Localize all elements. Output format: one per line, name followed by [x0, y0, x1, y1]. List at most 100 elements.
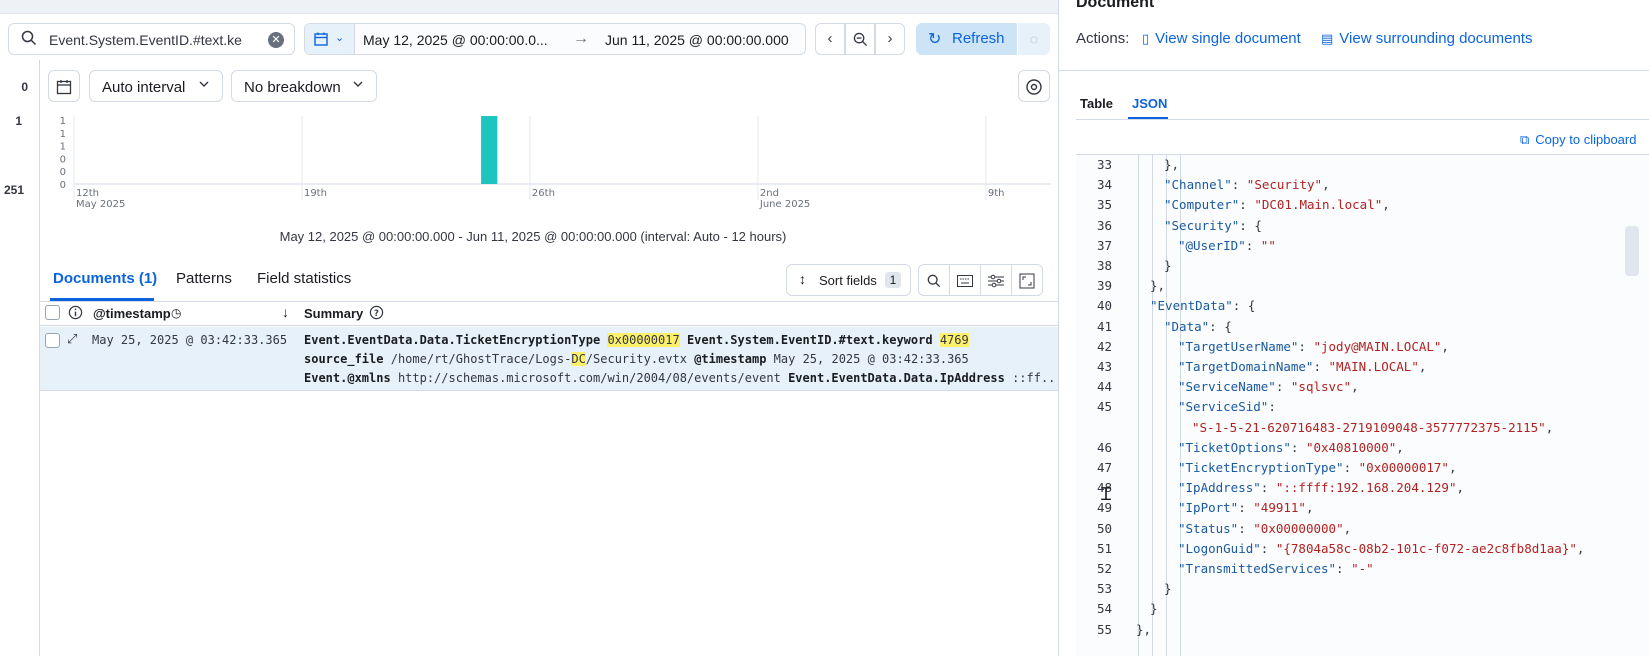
- arrow-right-icon: →: [573, 30, 589, 47]
- date-end[interactable]: Jun 11, 2025 @ 00:00:00.000: [605, 32, 789, 48]
- highlighted-term: DC: [571, 352, 586, 366]
- previous-range-button[interactable]: ‹: [815, 23, 845, 55]
- field-name: Event.EventData.Data.TicketEncryptionTyp…: [304, 333, 601, 347]
- json-string: "0x00000017": [1358, 460, 1449, 475]
- interval-dropdown[interactable]: Auto interval: [89, 70, 223, 102]
- fullscreen-button[interactable]: [1011, 264, 1043, 296]
- display-settings-button[interactable]: [980, 264, 1012, 296]
- json-punctuation: },: [1150, 278, 1166, 294]
- select-all-checkbox[interactable]: [45, 305, 60, 320]
- row-checkbox[interactable]: [45, 333, 60, 348]
- column-header-timestamp[interactable]: @timestamp: [93, 306, 171, 321]
- search-in-table-button[interactable]: [918, 264, 950, 296]
- tab-baseline: [1076, 119, 1649, 120]
- json-punctuation: :: [1231, 177, 1247, 193]
- date-start[interactable]: May 12, 2025 @ 00:00:00.0...: [363, 32, 548, 48]
- json-string: "MAIN.LOCAL": [1328, 359, 1419, 374]
- tab-table[interactable]: Table: [1080, 96, 1113, 111]
- json-punctuation: ,: [1418, 359, 1427, 374]
- json-line: "@UserID": "": [1178, 238, 1276, 253]
- breakdown-dropdown[interactable]: No breakdown: [231, 70, 377, 102]
- clear-icon[interactable]: ✕: [268, 32, 284, 48]
- refresh-button[interactable]: ↻ Refresh: [916, 23, 1017, 55]
- json-key: "TransmittedServices": [1178, 561, 1337, 576]
- x-tick-label: 9th: [988, 188, 1005, 199]
- documents-icon: ▤: [1321, 31, 1334, 46]
- y-tick-label: 1: [60, 116, 66, 127]
- line-number: 42: [1096, 338, 1112, 354]
- column-header-summary[interactable]: Summary: [304, 306, 363, 321]
- json-punctuation: :: [1239, 197, 1255, 213]
- scrollbar-thumb[interactable]: [1625, 226, 1639, 276]
- json-key: "Data": [1164, 318, 1210, 334]
- expand-icon[interactable]: ⤢: [67, 331, 77, 347]
- y-tick-label: 0: [60, 180, 66, 191]
- view-surrounding-documents-link[interactable]: ▤ View surrounding documents: [1321, 30, 1532, 47]
- line-number: 35: [1096, 197, 1112, 213]
- zoom-out-button[interactable]: [845, 23, 875, 55]
- view-surrounding-label: View surrounding documents: [1339, 30, 1533, 47]
- json-punctuation: }: [1164, 581, 1172, 597]
- clock-icon: ◷: [171, 306, 182, 320]
- field-name: Event.@xmlns: [304, 371, 391, 385]
- fullscreen-icon: [1019, 272, 1035, 289]
- interval-label: Auto interval: [102, 79, 186, 96]
- json-line: "TargetUserName": "jody@MAIN.LOCAL",: [1178, 339, 1449, 354]
- line-number: 50: [1096, 520, 1112, 536]
- copy-to-clipboard-button[interactable]: ⧉ Copy to clipboard: [1520, 132, 1636, 148]
- x-tick-sublabel: May 2025: [76, 199, 125, 210]
- line-number: 44: [1096, 379, 1112, 395]
- table-row[interactable]: ⤢ May 25, 2025 @ 03:42:33.365 Event.Even…: [40, 327, 1058, 391]
- json-key: "Computer": [1164, 197, 1240, 213]
- json-line: "TargetDomainName": "MAIN.LOCAL",: [1178, 359, 1426, 374]
- json-line: }: [1150, 601, 1158, 616]
- date-quick-menu-button[interactable]: ⌄: [305, 24, 355, 54]
- sort-fields-button[interactable]: ↕ Sort fields 1: [786, 264, 911, 296]
- active-tab-indicator: [50, 298, 154, 301]
- search-input[interactable]: Event.System.EventID.#text.ke ✕: [8, 23, 295, 55]
- x-tick-label: 19th: [304, 188, 327, 199]
- panel-divider[interactable]: [1058, 0, 1059, 656]
- json-line: "ServiceName": "sqlsvc",: [1178, 379, 1359, 394]
- json-string: "-": [1351, 561, 1374, 576]
- json-viewer[interactable]: 33}, 34 "Channel": "Security", 35 "Computer"…: [1076, 154, 1649, 656]
- chart-settings-icon: [1025, 78, 1043, 95]
- auto-refresh-button[interactable]: ◌: [1018, 23, 1050, 55]
- json-punctuation: :: [1298, 338, 1314, 354]
- json-punctuation: :: [1268, 399, 1276, 415]
- json-string: "": [1260, 237, 1276, 253]
- json-punctuation: ,: [1448, 460, 1457, 475]
- line-number: 53: [1096, 581, 1112, 597]
- json-key: "Status": [1178, 520, 1239, 536]
- json-punctuation: :: [1238, 500, 1254, 516]
- json-line: "IpPort": "49911",: [1178, 500, 1314, 515]
- sort-descending-icon[interactable]: ↓: [282, 304, 289, 320]
- json-line: "EventData": {: [1150, 298, 1255, 313]
- json-punctuation: : {: [1239, 217, 1262, 233]
- tab-patterns[interactable]: Patterns: [176, 270, 232, 287]
- json-string: "DC01.Main.local": [1254, 197, 1383, 213]
- json-punctuation: :: [1238, 520, 1254, 536]
- date-range-picker[interactable]: ⌄ May 12, 2025 @ 00:00:00.0... → Jun 11,…: [304, 23, 806, 55]
- actions-label: Actions:: [1076, 30, 1130, 47]
- histogram-toggle-button[interactable]: [48, 70, 80, 102]
- json-punctuation: ,: [1441, 338, 1449, 354]
- indent-guide: [1152, 155, 1153, 656]
- copy-icon: ⧉: [1520, 132, 1530, 147]
- tab-field-statistics[interactable]: Field statistics: [257, 270, 351, 287]
- json-line: },: [1164, 157, 1179, 172]
- y-tick-label: 1: [60, 142, 66, 153]
- tab-json[interactable]: JSON: [1132, 96, 1167, 111]
- chevron-left-icon: ‹: [827, 30, 833, 47]
- keyboard-shortcuts-button[interactable]: [949, 264, 981, 296]
- line-number: 47: [1096, 460, 1112, 475]
- json-string: "Security": [1246, 177, 1323, 193]
- field-name: @timestamp: [694, 352, 767, 366]
- flyout-title: Document: [1076, 0, 1155, 11]
- next-range-button[interactable]: ›: [875, 23, 905, 55]
- gutter-count: 251: [3, 183, 24, 197]
- chart-options-button[interactable]: [1018, 70, 1050, 102]
- json-punctuation: ,: [1382, 197, 1390, 213]
- tab-documents[interactable]: Documents (1): [53, 270, 157, 287]
- view-single-document-link[interactable]: ▯ View single document: [1142, 30, 1301, 47]
